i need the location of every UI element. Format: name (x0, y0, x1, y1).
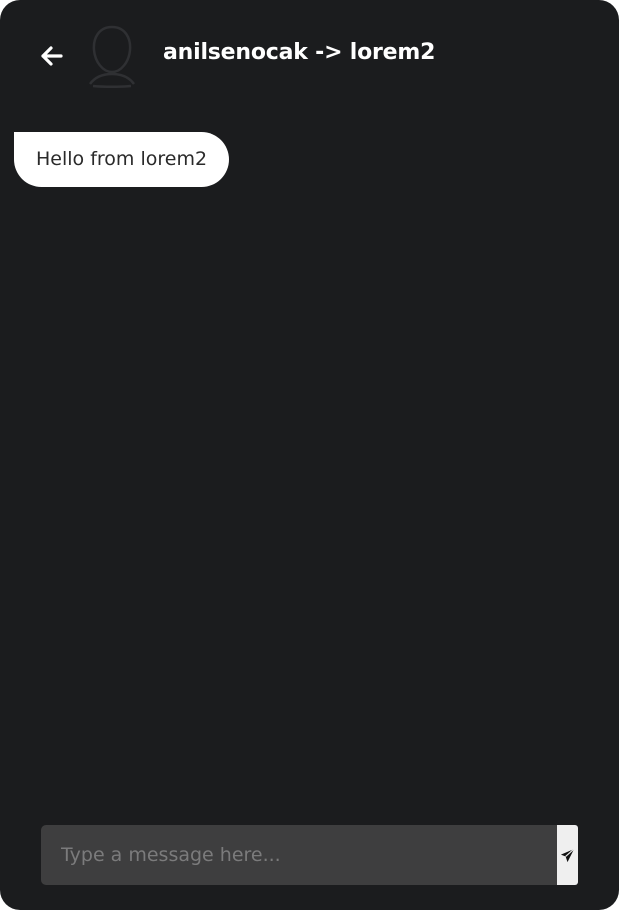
message-composer (41, 825, 578, 885)
message-input[interactable] (41, 825, 557, 885)
user-silhouette-icon (88, 25, 136, 88)
chat-window: anilsenocak -> lorem2 Hello from lorem2 (0, 0, 619, 910)
back-button[interactable] (36, 41, 66, 71)
message-list: Hello from lorem2 (0, 112, 619, 812)
conversation-title: anilsenocak -> lorem2 (163, 40, 436, 65)
arrow-left-icon (41, 46, 63, 66)
paper-plane-icon (560, 848, 575, 862)
send-button[interactable] (557, 825, 578, 885)
message-bubble-incoming: Hello from lorem2 (14, 132, 230, 187)
chat-header: anilsenocak -> lorem2 (0, 0, 619, 112)
